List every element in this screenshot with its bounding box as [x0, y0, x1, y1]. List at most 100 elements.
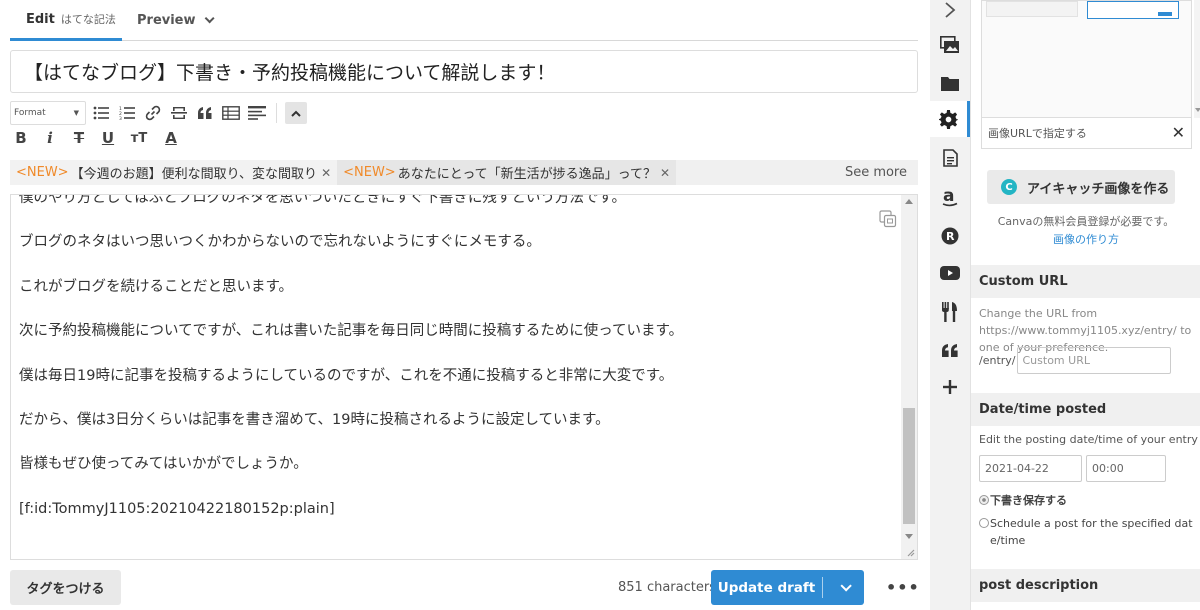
selected-marker	[1158, 12, 1172, 16]
numbered-list-icon[interactable]: 123	[116, 102, 138, 124]
body-editor[interactable]: 僕のやり方としてはふとブログのネタを思いついたときにすぐ下書きに残すという方法で…	[10, 194, 918, 560]
scroll-up-icon[interactable]	[905, 199, 913, 204]
editor-line: ブログのネタはいつ思いつくかわからないので忘れないようにすぐにメモする。	[19, 234, 541, 251]
horizontal-rule-icon[interactable]	[168, 102, 190, 124]
post-description-section: post description	[971, 569, 1200, 602]
tab-edit[interactable]: Edit はてな記法	[10, 0, 122, 41]
toolbar-divider	[276, 103, 277, 123]
editor-line: これがブログを続けることだと思います。	[19, 278, 294, 295]
datetime-heading: Date/time posted	[971, 393, 1200, 426]
time-input[interactable]: 00:00	[1086, 455, 1166, 482]
see-more-link[interactable]: See more	[845, 160, 907, 185]
datetime-inputs: 2021-04-22 00:00	[979, 455, 1170, 482]
chevron-right-icon[interactable]	[930, 0, 970, 28]
topic-bar: <NEW> 【今週のお題】便利な間取り、変な間取り ✕ <NEW> あなたにとっ…	[10, 160, 918, 185]
font-size-button[interactable]: тT	[126, 127, 152, 149]
editor-line: だから、僕は3日分くらいは記事を書き溜めて、19時に投稿されるように設定していま…	[19, 411, 610, 428]
editor-content[interactable]: 僕のやり方としてはふとブログのネタを思いついたときにすぐ下書きに残すという方法で…	[19, 194, 895, 542]
scroll-down-icon[interactable]	[1195, 108, 1200, 112]
strikethrough-button[interactable]: T	[68, 127, 90, 149]
custom-url-input[interactable]: Custom URL	[1016, 347, 1171, 374]
link-icon[interactable]	[142, 102, 164, 124]
save-draft-option[interactable]: 下書き保存する	[979, 492, 1197, 509]
tab-preview-label: Preview	[137, 13, 196, 28]
scroll-down-icon[interactable]	[905, 534, 913, 539]
canva-note: Canvaの無料会員登録が必要です。	[997, 215, 1175, 228]
youtube-icon[interactable]	[930, 255, 970, 291]
editor-footer: タグをつける 851 characters Update draft •••	[10, 570, 920, 606]
new-badge: <NEW>	[343, 165, 396, 180]
editor-scrollbar[interactable]	[901, 195, 917, 559]
topic-text: 【今週のお題】便利な間取り、変な間取り	[70, 167, 318, 182]
photos-icon[interactable]	[930, 27, 970, 63]
text-color-button[interactable]: A	[159, 127, 183, 149]
topic-chip[interactable]: <NEW> あなたにとって「新生活が捗る逸品」って？ ✕	[337, 160, 677, 185]
close-icon[interactable]: ✕	[321, 166, 331, 180]
rakuten-icon[interactable]: R	[930, 218, 970, 254]
add-tag-button[interactable]: タグをつける	[10, 570, 121, 605]
scrollbar-thumb[interactable]	[903, 408, 915, 524]
editor-line: 僕のやり方としてはふとブログのネタを思いついたときにすぐ下書きに残すという方法で…	[19, 194, 626, 206]
post-description-heading[interactable]: post description	[971, 569, 1200, 602]
datetime-section: Date/time posted Edit the posting date/t…	[971, 393, 1200, 547]
folder-icon[interactable]	[930, 65, 970, 101]
new-badge: <NEW>	[16, 165, 69, 180]
topic-chip[interactable]: <NEW> 【今週のお題】便利な間取り、変な間取り ✕	[10, 160, 338, 185]
custom-url-row: /entry/ Custom URL	[979, 347, 1171, 374]
plus-icon[interactable]	[930, 369, 970, 405]
custom-url-prefix: /entry/	[979, 354, 1016, 367]
svg-text:a: a	[943, 187, 954, 206]
close-icon[interactable]: ✕	[660, 166, 670, 180]
editor-line: [f:id:TommyJ1105:20210422180152p:plain]	[19, 500, 335, 517]
character-count: 851 characters	[618, 580, 716, 595]
table-icon[interactable]	[220, 102, 242, 124]
schedule-post-label: Schedule a post for the specified date/t…	[990, 517, 1193, 547]
italic-button[interactable]: i	[39, 127, 61, 149]
settings-panel: 画像URLで指定する ✕ C アイキャッチ画像を作る Canvaの無料会員登録が…	[970, 0, 1200, 610]
custom-url-section: Custom URL Change the URL from https://w…	[971, 265, 1200, 374]
date-input[interactable]: 2021-04-22	[979, 455, 1082, 482]
tool-rail: a R	[930, 0, 970, 610]
gear-icon[interactable]	[930, 101, 970, 137]
create-eyecatch-label: アイキャッチ画像を作る	[1027, 181, 1170, 197]
chevron-up-icon	[291, 110, 301, 117]
bulleted-list-icon[interactable]	[90, 102, 112, 124]
toolbar-row-1: Format ▼ 123	[10, 100, 307, 126]
toolbar-row-2: B i T U тT A	[10, 127, 190, 149]
format-select[interactable]: Format ▼	[10, 101, 86, 125]
tab-preview[interactable]: Preview	[137, 0, 215, 41]
quote-icon[interactable]	[194, 102, 216, 124]
canva-icon: C	[1001, 179, 1017, 195]
close-icon[interactable]: ✕	[1172, 123, 1185, 142]
more-tools-icon[interactable]	[246, 102, 268, 124]
collapse-toolbar-button[interactable]	[285, 102, 307, 124]
bold-button[interactable]: B	[10, 127, 32, 149]
radio-button[interactable]	[979, 495, 989, 505]
publish-options-dropdown[interactable]	[823, 579, 864, 592]
chevron-down-icon	[204, 13, 215, 24]
title-input[interactable]: 【はてなブログ】下書き・予約投稿機能について解説します！	[10, 50, 918, 93]
copy-icon[interactable]	[879, 210, 897, 228]
resize-grip-icon[interactable]	[905, 547, 915, 557]
create-eyecatch-button[interactable]: C アイキャッチ画像を作る	[987, 170, 1175, 204]
svg-text:R: R	[946, 230, 955, 243]
image-picker-scrollbar[interactable]	[1194, 0, 1200, 118]
amazon-icon[interactable]: a	[930, 179, 970, 215]
editor-line: 僕は毎日19時に記事を投稿するようにしているのですが、これを不通に投稿すると非常…	[19, 367, 674, 384]
update-draft-button[interactable]: Update draft	[711, 570, 864, 605]
datetime-description: Edit the posting date/time of your entry	[979, 433, 1198, 446]
schedule-post-option[interactable]: Schedule a post for the specified date/t…	[979, 515, 1197, 549]
image-thumbnail[interactable]	[986, 1, 1078, 17]
quote-icon[interactable]	[930, 332, 970, 368]
how-to-make-images-link[interactable]: 画像の作り方	[971, 231, 1200, 247]
image-picker[interactable]	[981, 0, 1192, 118]
image-url-label: 画像URLで指定する	[988, 127, 1087, 140]
image-thumbnail-selected[interactable]	[1087, 1, 1179, 19]
document-icon[interactable]	[930, 140, 970, 176]
radio-button[interactable]	[979, 518, 989, 528]
underline-button[interactable]: U	[97, 127, 119, 149]
chevron-down-icon	[839, 579, 852, 592]
more-options-button[interactable]: •••	[886, 570, 920, 605]
image-url-option[interactable]: 画像URLで指定する ✕	[981, 118, 1192, 149]
restaurant-icon[interactable]	[930, 294, 970, 330]
